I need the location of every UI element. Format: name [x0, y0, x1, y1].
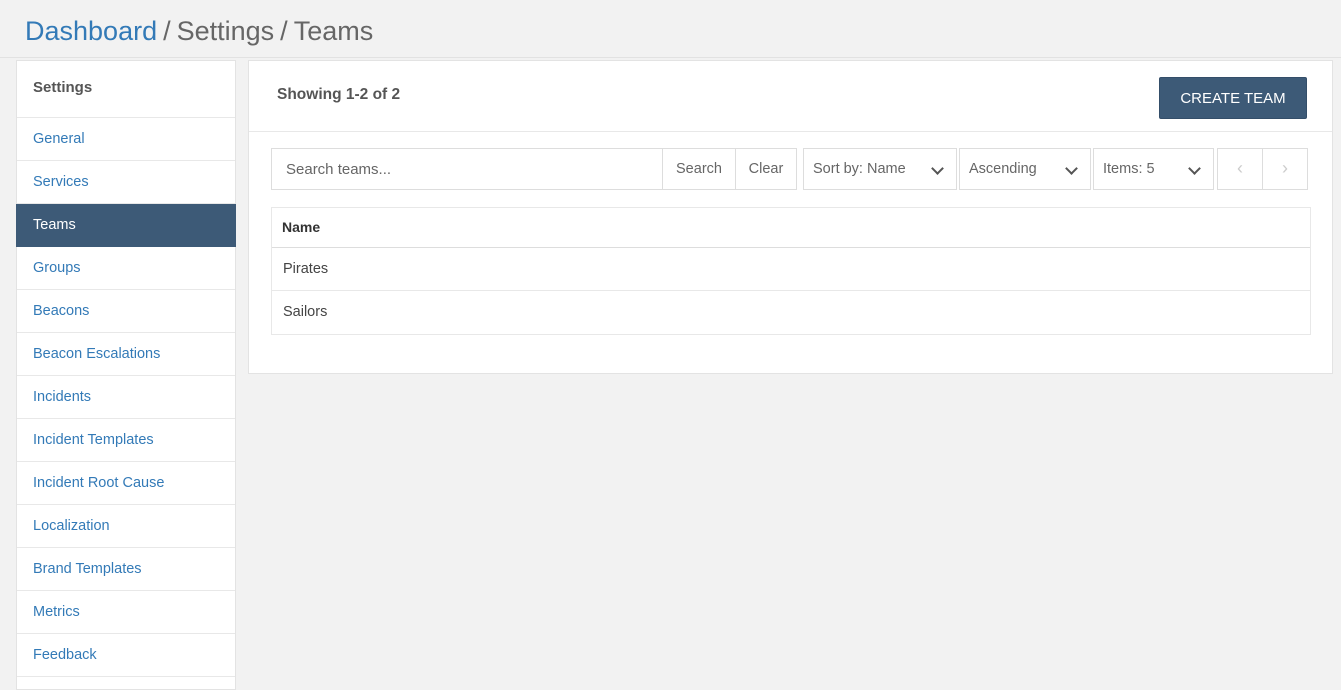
search-input[interactable] — [271, 148, 663, 190]
clear-button[interactable]: Clear — [735, 148, 797, 190]
filter-toolbar: Search Clear Sort by: Name Ascending Ite… — [271, 148, 1311, 190]
sort-by-select[interactable]: Sort by: Name — [803, 148, 957, 190]
sidebar-header: Settings — [17, 61, 235, 118]
sidebar-item-brand-templates[interactable]: Brand Templates — [17, 548, 235, 591]
create-team-button[interactable]: CREATE TEAM — [1159, 77, 1307, 119]
next-page-button[interactable]: › — [1262, 148, 1308, 190]
items-per-page-value: Items: 5 — [1103, 161, 1155, 177]
breadcrumb: Dashboard / Settings / Teams — [25, 14, 373, 48]
sidebar-item-teams[interactable]: Teams — [16, 204, 236, 247]
sidebar-item-incidents[interactable]: Incidents — [17, 376, 235, 419]
sidebar-item-beacon-escalations[interactable]: Beacon Escalations — [17, 333, 235, 376]
breadcrumb-separator: / — [163, 16, 171, 46]
sidebar-item-groups[interactable]: Groups — [17, 247, 235, 290]
previous-page-button[interactable]: ‹ — [1217, 148, 1263, 190]
sort-order-select[interactable]: Ascending — [959, 148, 1091, 190]
sidebar-item-localization[interactable]: Localization — [17, 505, 235, 548]
breadcrumb-settings: Settings — [176, 16, 275, 46]
search-button[interactable]: Search — [662, 148, 736, 190]
sidebar-item-general[interactable]: General — [17, 118, 235, 161]
items-per-page-select[interactable]: Items: 5 — [1093, 148, 1214, 190]
sort-order-value: Ascending — [969, 161, 1037, 177]
breadcrumb-dashboard-link[interactable]: Dashboard — [25, 16, 157, 46]
header-divider — [0, 57, 1341, 58]
sidebar-item-metrics[interactable]: Metrics — [17, 591, 235, 634]
teams-panel: Showing 1-2 of 2 CREATE TEAM Search Clea… — [248, 60, 1333, 374]
chevron-right-icon: › — [1282, 158, 1288, 178]
teams-table: Name Pirates Sailors — [271, 207, 1311, 335]
sidebar-item-feedback[interactable]: Feedback — [17, 634, 235, 677]
breadcrumb-current: Teams — [293, 16, 374, 46]
chevron-down-icon — [931, 162, 944, 175]
chevron-down-icon — [1188, 162, 1201, 175]
sidebar-item-incident-templates[interactable]: Incident Templates — [17, 419, 235, 462]
chevron-down-icon — [1065, 162, 1078, 175]
sidebar-item-services[interactable]: Services — [17, 161, 235, 204]
settings-sidebar: Settings General Services Teams Groups B… — [16, 60, 236, 690]
sort-by-value: Sort by: Name — [813, 161, 906, 177]
table-row[interactable]: Sailors — [272, 291, 1310, 334]
sidebar-item-beacons[interactable]: Beacons — [17, 290, 235, 333]
breadcrumb-separator: / — [280, 16, 288, 46]
sidebar-item-incident-root-cause[interactable]: Incident Root Cause — [17, 462, 235, 505]
showing-count: Showing 1-2 of 2 — [277, 86, 401, 103]
panel-header: Showing 1-2 of 2 CREATE TEAM — [249, 61, 1332, 132]
chevron-left-icon: ‹ — [1237, 158, 1243, 178]
table-row[interactable]: Pirates — [272, 248, 1310, 291]
column-header-name[interactable]: Name — [272, 208, 1310, 248]
